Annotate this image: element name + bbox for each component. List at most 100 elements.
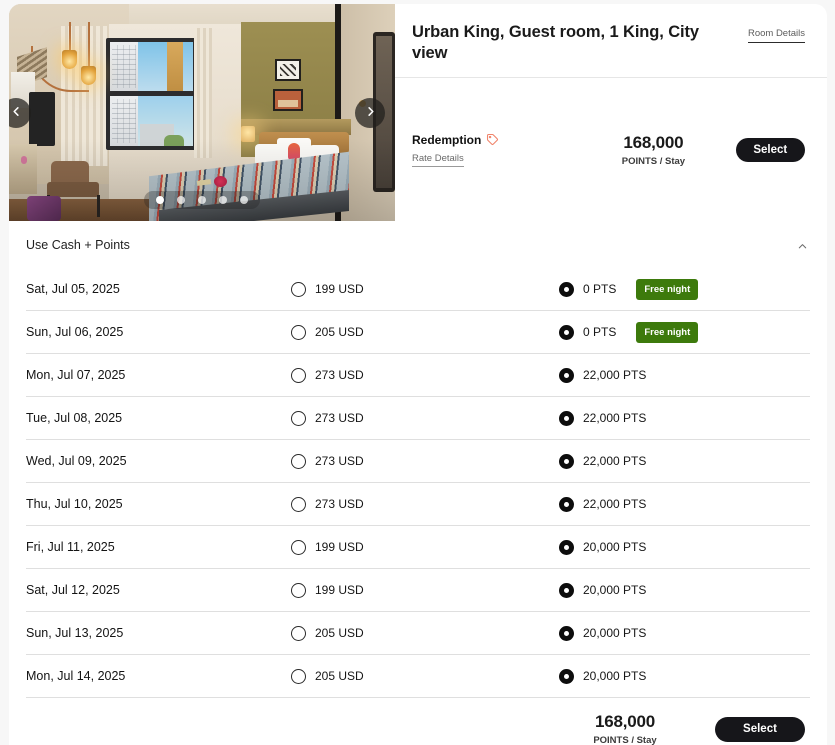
room-title: Urban King, Guest room, 1 King, City vie… xyxy=(412,22,712,64)
points-option[interactable]: 0 PTS Free night xyxy=(559,279,698,300)
cash-points-title: Use Cash + Points xyxy=(26,238,130,252)
room-price-block: 168,000 POINTS / Stay xyxy=(571,133,735,167)
cash-amount-label: 199 USD xyxy=(315,282,364,296)
room-photo xyxy=(9,4,395,221)
cash-radio-button[interactable] xyxy=(291,454,306,469)
chevron-right-icon xyxy=(365,105,376,120)
points-radio-button[interactable] xyxy=(559,411,574,426)
free-night-badge: Free night xyxy=(636,279,698,300)
points-option[interactable]: 22,000 PTS xyxy=(559,454,646,469)
rate-row-date: Sat, Jul 05, 2025 xyxy=(26,282,291,296)
cash-option[interactable]: 205 USD xyxy=(291,669,559,684)
page-root: Urban King, Guest room, 1 King, City vie… xyxy=(0,0,835,745)
table-row: Sun, Jul 13, 2025 205 USD 20,000 PTS xyxy=(26,612,810,655)
cash-option[interactable]: 199 USD xyxy=(291,540,559,555)
cash-radio-button[interactable] xyxy=(291,368,306,383)
rate-row-date: Sun, Jul 13, 2025 xyxy=(26,626,291,640)
cash-amount-label: 205 USD xyxy=(315,325,364,339)
points-radio-button[interactable] xyxy=(559,583,574,598)
points-option[interactable]: 20,000 PTS xyxy=(559,583,646,598)
table-row: Mon, Jul 14, 2025205 USD20,000 PTS xyxy=(26,655,810,698)
select-room-button[interactable]: Select xyxy=(736,138,805,162)
points-radio-button[interactable] xyxy=(559,626,574,641)
tag-icon xyxy=(486,133,499,146)
points-option[interactable]: 20,000 PTS xyxy=(559,540,646,555)
rate-row-date: Fri, Jul 11, 2025 xyxy=(26,540,291,554)
footer-price-block: 168,000 POINTS / Stay xyxy=(535,712,715,745)
points-amount-label: 20,000 PTS xyxy=(583,669,646,683)
rate-row-date: Thu, Jul 10, 2025 xyxy=(26,497,291,511)
cash-radio-button[interactable] xyxy=(291,325,306,340)
cash-option[interactable]: 273 USD xyxy=(291,454,559,469)
table-row: Mon, Jul 07, 2025273 USD22,000 PTS xyxy=(26,354,810,397)
footer-price-unit: POINTS / Stay xyxy=(535,735,715,745)
points-option[interactable]: 20,000 PTS xyxy=(559,626,646,641)
gallery-next-button[interactable] xyxy=(355,98,385,128)
points-radio-button[interactable] xyxy=(559,368,574,383)
cash-radio-button[interactable] xyxy=(291,669,306,684)
cash-radio-button[interactable] xyxy=(291,540,306,555)
room-info: Urban King, Guest room, 1 King, City vie… xyxy=(395,4,827,221)
points-option[interactable]: 22,000 PTS xyxy=(559,368,646,383)
cash-amount-label: 273 USD xyxy=(315,368,364,382)
rate-row-date: Wed, Jul 09, 2025 xyxy=(26,454,291,468)
points-radio-button[interactable] xyxy=(559,540,574,555)
points-radio-button[interactable] xyxy=(559,282,574,297)
points-radio-button[interactable] xyxy=(559,325,574,340)
gallery-dot[interactable] xyxy=(219,196,227,204)
cash-amount-label: 273 USD xyxy=(315,454,364,468)
cash-option[interactable]: 205 USD xyxy=(291,325,559,340)
table-row: Wed, Jul 09, 2025 273 USD 22,000 PTS xyxy=(26,440,810,483)
cash-radio-button[interactable] xyxy=(291,411,306,426)
gallery-dot[interactable] xyxy=(156,196,164,204)
points-amount-label: 20,000 PTS xyxy=(583,540,646,554)
cash-radio-button[interactable] xyxy=(291,626,306,641)
points-option[interactable]: 22,000 PTS xyxy=(559,411,646,426)
points-amount-label: 22,000 PTS xyxy=(583,454,646,468)
redemption-block: Redemption Rate Details xyxy=(412,133,567,167)
gallery-dot[interactable] xyxy=(177,196,185,204)
room-price-amount: 168,000 xyxy=(571,133,735,153)
footer-select-button[interactable]: Select xyxy=(715,717,805,742)
cash-option[interactable]: 273 USD xyxy=(291,368,559,383)
cash-amount-label: 273 USD xyxy=(315,411,364,425)
rate-row-date: Tue, Jul 08, 2025 xyxy=(26,411,291,425)
rate-details-link[interactable]: Rate Details xyxy=(412,153,464,167)
gallery-dot[interactable] xyxy=(198,196,206,204)
cash-amount-label: 273 USD xyxy=(315,497,364,511)
table-row: Sat, Jul 05, 2025 199 USD 0 PTS Free night xyxy=(26,268,810,311)
cash-radio-button[interactable] xyxy=(291,282,306,297)
points-option[interactable]: 0 PTSFree night xyxy=(559,322,698,343)
cash-option[interactable]: 273 USD xyxy=(291,411,559,426)
cash-radio-button[interactable] xyxy=(291,583,306,598)
cash-option[interactable]: 199 USD xyxy=(291,282,559,297)
cash-option[interactable]: 205 USD xyxy=(291,626,559,641)
room-details-link[interactable]: Room Details xyxy=(748,28,805,43)
points-option[interactable]: 22,000 PTS xyxy=(559,497,646,512)
gallery-dot[interactable] xyxy=(240,196,248,204)
table-row: Fri, Jul 11, 2025 199 USD 20,000 PTS xyxy=(26,526,810,569)
cash-radio-button[interactable] xyxy=(291,497,306,512)
cash-option[interactable]: 199 USD xyxy=(291,583,559,598)
cash-amount-label: 199 USD xyxy=(315,540,364,554)
cash-points-header[interactable]: Use Cash + Points xyxy=(9,221,827,268)
cash-amount-label: 205 USD xyxy=(315,626,364,640)
room-image-gallery[interactable] xyxy=(9,4,395,221)
cash-option[interactable]: 273 USD xyxy=(291,497,559,512)
points-amount-label: 0 PTS xyxy=(583,325,616,339)
gallery-pagination-dots xyxy=(144,191,260,209)
points-amount-label: 20,000 PTS xyxy=(583,583,646,597)
points-amount-label: 20,000 PTS xyxy=(583,626,646,640)
points-radio-button[interactable] xyxy=(559,454,574,469)
room-card: Urban King, Guest room, 1 King, City vie… xyxy=(9,4,827,221)
points-option[interactable]: 20,000 PTS xyxy=(559,669,646,684)
points-amount-label: 0 PTS xyxy=(583,282,616,296)
table-row: Sun, Jul 06, 2025205 USD0 PTSFree night xyxy=(26,311,810,354)
points-amount-label: 22,000 PTS xyxy=(583,497,646,511)
chevron-up-icon[interactable] xyxy=(797,239,808,250)
rate-row-date: Sat, Jul 12, 2025 xyxy=(26,583,291,597)
points-radio-button[interactable] xyxy=(559,497,574,512)
cash-amount-label: 199 USD xyxy=(315,583,364,597)
points-amount-label: 22,000 PTS xyxy=(583,368,646,382)
points-radio-button[interactable] xyxy=(559,669,574,684)
